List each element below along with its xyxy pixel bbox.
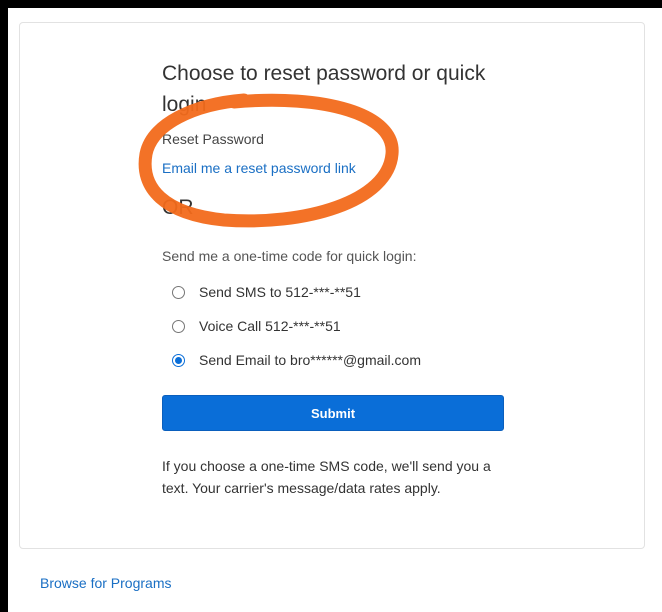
- radio-sms[interactable]: [172, 285, 185, 299]
- sms-rates-note: If you choose a one-time SMS code, we'll…: [162, 458, 491, 496]
- option-sms-label: Send SMS to 512-***-**51: [199, 284, 361, 300]
- browse-programs-link[interactable]: Browse for Programs: [40, 575, 171, 591]
- option-voice-call-label: Voice Call 512-***-**51: [199, 318, 341, 334]
- page-background: Choose to reset password or quick login …: [8, 8, 662, 612]
- reset-password-label: Reset Password: [162, 131, 264, 147]
- page-title: Choose to reset password or quick login: [162, 62, 486, 116]
- login-options-card: Choose to reset password or quick login …: [19, 22, 645, 549]
- option-email-label: Send Email to bro******@gmail.com: [199, 352, 421, 368]
- option-voice-call[interactable]: Voice Call 512-***-**51: [172, 318, 341, 334]
- submit-button[interactable]: Submit: [162, 395, 504, 431]
- option-email[interactable]: Send Email to bro******@gmail.com: [172, 352, 421, 368]
- one-time-code-label: Send me a one-time code for quick login:: [162, 248, 417, 264]
- option-sms[interactable]: Send SMS to 512-***-**51: [172, 284, 361, 300]
- radio-email[interactable]: [172, 353, 185, 367]
- email-reset-link[interactable]: Email me a reset password link: [162, 160, 356, 176]
- radio-voice-call[interactable]: [172, 319, 185, 333]
- or-divider-text: OR: [162, 196, 194, 219]
